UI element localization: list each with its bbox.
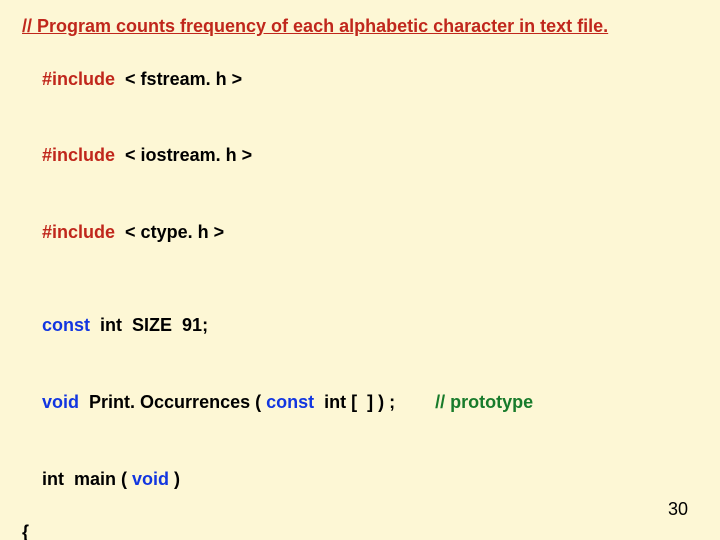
include-keyword: #include xyxy=(42,145,125,165)
include-line-2: #include < iostream. h > xyxy=(22,119,698,192)
type-int: int xyxy=(100,315,122,335)
include-header: < fstream. h > xyxy=(125,69,242,89)
type-int: int xyxy=(42,469,64,489)
page-number: 30 xyxy=(668,499,688,520)
code-slide: // Program counts frequency of each alph… xyxy=(0,0,720,540)
title-comment: // Program counts frequency of each alph… xyxy=(22,14,698,38)
include-keyword: #include xyxy=(42,222,125,242)
include-line-3: #include < ctype. h > xyxy=(22,196,698,269)
spacer xyxy=(22,273,698,285)
const-rest: SIZE 91; xyxy=(122,315,208,335)
const-keyword: const xyxy=(42,315,100,335)
void-keyword: void xyxy=(42,392,79,412)
include-line-1: #include < fstream. h > xyxy=(22,42,698,115)
main-name: main ( xyxy=(64,469,132,489)
include-keyword: #include xyxy=(42,69,125,89)
include-header: < ctype. h > xyxy=(125,222,224,242)
proto-name: Print. Occurrences ( xyxy=(79,392,266,412)
type-int: int xyxy=(324,392,346,412)
brace-open: { xyxy=(22,520,698,540)
comment: // prototype xyxy=(435,392,533,412)
main-line: int main ( void ) xyxy=(22,443,698,516)
main-rest: ) xyxy=(169,469,180,489)
void-keyword: void xyxy=(132,469,169,489)
const-line: const int SIZE 91; xyxy=(22,289,698,362)
proto-rest: [ ] ) ; xyxy=(346,392,435,412)
prototype-line: void Print. Occurrences ( const int [ ] … xyxy=(22,366,698,439)
const-keyword: const xyxy=(266,392,324,412)
include-header: < iostream. h > xyxy=(125,145,252,165)
